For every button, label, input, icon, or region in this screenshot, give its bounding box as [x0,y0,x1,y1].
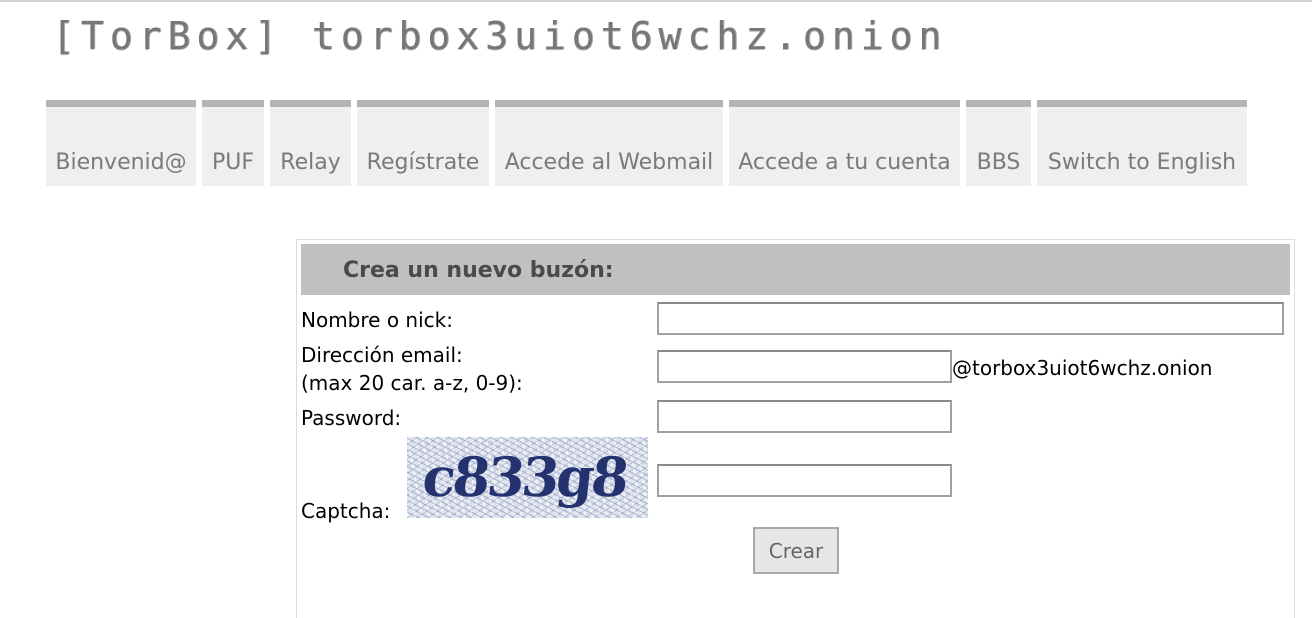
email-label-line1: Dirección email: [301,343,463,367]
top-border [0,0,1312,2]
tab-registrate[interactable]: Regístrate [357,100,489,186]
captcha-text: c833g8 [419,445,630,509]
tab-relay[interactable]: Relay [270,100,351,186]
tab-bbs[interactable]: BBS [966,100,1031,186]
captcha-image: c833g8 [407,437,648,518]
password-input[interactable] [657,400,952,433]
tab-webmail[interactable]: Accede al Webmail [495,100,723,186]
create-button[interactable]: Crear [753,527,839,574]
panel-heading: Crea un nuevo buzón: [301,244,1290,295]
password-label: Password: [301,406,402,430]
tab-switch-english[interactable]: Switch to English [1037,100,1247,186]
email-label-line2: (max 20 car. a-z, 0-9): [301,371,523,395]
email-domain-suffix: @torbox3uiot6wchz.onion [952,356,1213,380]
tab-bienvenida[interactable]: Bienvenid@ [46,100,196,186]
tab-puf[interactable]: PUF [202,100,264,186]
signup-panel: Crea un nuevo buzón: Nombre o nick: Dire… [296,239,1295,618]
site-title: [TorBox] torbox3uiot6wchz.onion [52,14,948,58]
captcha-label: Captcha: [301,499,391,523]
email-input[interactable] [657,350,952,383]
tab-account[interactable]: Accede a tu cuenta [729,100,960,186]
nick-input[interactable] [657,302,1284,335]
nick-label: Nombre o nick: [301,308,453,332]
captcha-input[interactable] [657,464,952,497]
